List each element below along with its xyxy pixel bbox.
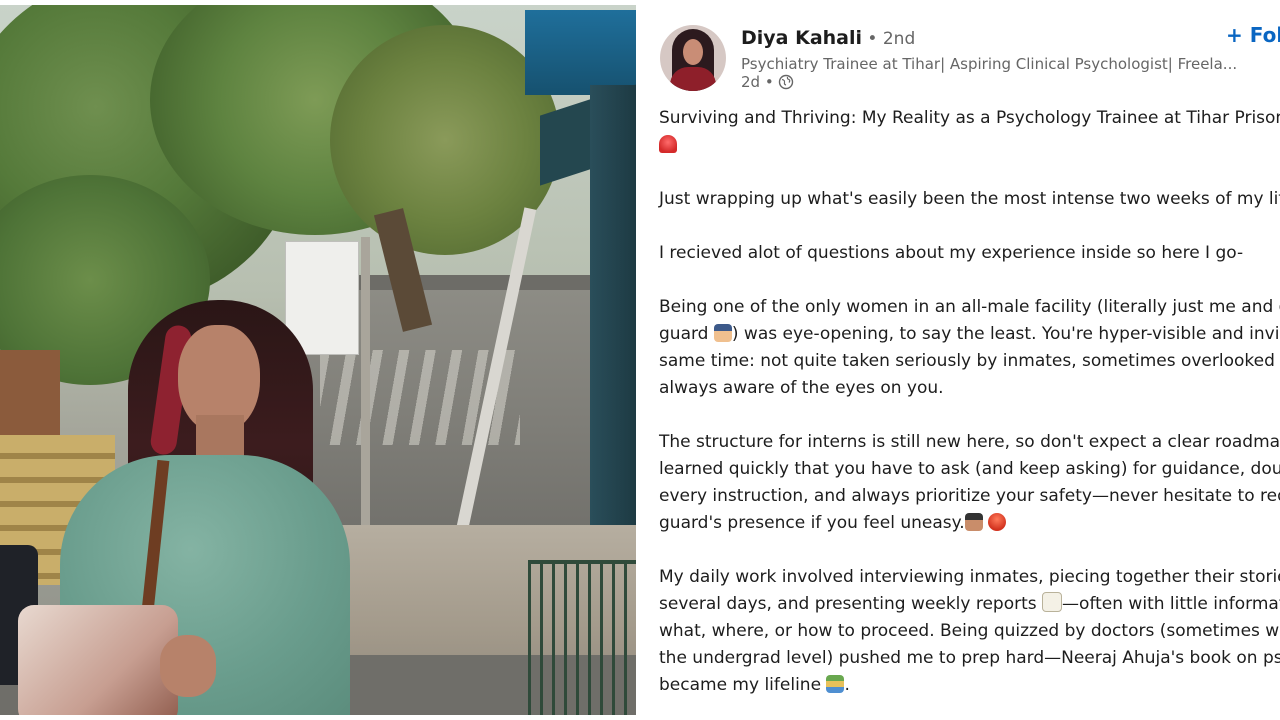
blue-roof [525, 10, 636, 95]
post-meta: 2d • [741, 73, 794, 91]
author-row: Diya Kahali • 2nd [741, 27, 915, 49]
follow-button[interactable]: + Fol [1226, 23, 1280, 47]
rescue-helmet-emoji [988, 513, 1007, 531]
post-title-line: Surviving and Thriving: My Reality as a … [659, 108, 1280, 128]
post-text-fragment: ) was eye-opening, to say the least. You… [731, 324, 1280, 344]
post-text-line: always aware of the eyes on you. [659, 378, 944, 398]
sign-pole [361, 237, 370, 557]
railing [0, 350, 60, 440]
post-text-line: The structure for interns is still new h… [659, 432, 1280, 452]
memo-emoji [1042, 592, 1063, 612]
books-emoji [826, 675, 845, 693]
avatar[interactable] [660, 25, 726, 91]
post-text-line: I recieved alot of questions about my ex… [659, 243, 1244, 263]
author-name[interactable]: Diya Kahali [741, 27, 862, 49]
post-text-line: learned quickly that you have to ask (an… [659, 459, 1280, 479]
connection-degree: • 2nd [862, 29, 916, 49]
siren-emoji [659, 135, 677, 153]
post-text-line: every instruction, and always prioritize… [659, 486, 1280, 506]
post-text-line: what, where, or how to proceed. Being qu… [659, 621, 1280, 641]
post-text-line: the undergrad level) pushed me to prep h… [659, 648, 1280, 668]
post-text-fragment: became my lifeline [659, 675, 827, 695]
post-text-fragment: guard's presence if you feel uneasy. [659, 513, 965, 533]
post-photo [0, 5, 636, 715]
post-text-line: My daily work involved interviewing inma… [659, 567, 1280, 587]
post-text-line: Being one of the only women in an all-ma… [659, 297, 1280, 317]
post-text-fragment: several days, and presenting weekly repo… [659, 594, 1043, 614]
post-body: Surviving and Thriving: My Reality as a … [659, 105, 1280, 699]
tote-bag [18, 605, 178, 715]
post-text-fragment: —often with little informat [1062, 594, 1280, 614]
guard-emoji [964, 513, 983, 531]
linkedin-post: Diya Kahali • 2nd Psychiatry Trainee at … [638, 5, 1280, 715]
post-text-line: same time: not quite taken seriously by … [659, 351, 1280, 371]
post-text-fragment: guard [659, 324, 714, 344]
thumbs-up-hand [160, 635, 216, 697]
author-headline: Psychiatry Trainee at Tihar| Aspiring Cl… [741, 55, 1238, 73]
police-officer-emoji [713, 324, 732, 342]
post-text-line: Just wrapping up what's easily been the … [659, 189, 1280, 209]
metal-gate [528, 560, 636, 715]
globe-icon [778, 74, 793, 90]
post-time: 2d • [741, 73, 774, 91]
